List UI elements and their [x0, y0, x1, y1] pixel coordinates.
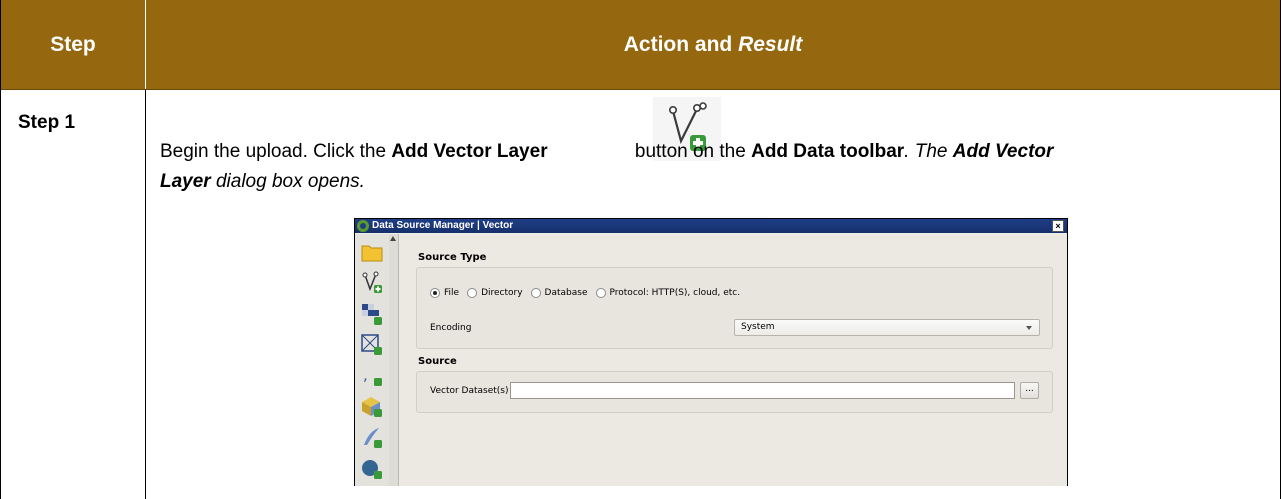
dialog-title: Data Source Manager | Vector	[372, 220, 514, 231]
vector-dataset-label: Vector Dataset(s)	[430, 386, 509, 396]
dialog-sidebar: ,	[355, 234, 390, 486]
scroll-up-arrow-icon[interactable]	[390, 236, 396, 241]
delimited-text-icon[interactable]: ,	[359, 363, 385, 389]
sidebar-scrollbar[interactable]	[389, 234, 399, 486]
vector-layer-icon[interactable]	[359, 270, 385, 296]
qgis-logo-icon	[357, 220, 369, 232]
chevron-down-icon	[1026, 326, 1032, 330]
table-border-left	[0, 0, 1, 499]
browse-button[interactable]: ...	[1020, 382, 1039, 399]
radio-protocol[interactable]: Protocol: HTTP(S), cloud, etc.	[595, 288, 740, 298]
step-number: Step 1	[18, 112, 76, 133]
dialog-titlebar: Data Source Manager | Vector ×	[355, 219, 1067, 233]
svg-text:,: ,	[363, 366, 368, 384]
instruction-line-1: Begin the upload. Click the Add Vector L…	[160, 141, 1054, 162]
encoding-label: Encoding	[430, 323, 472, 333]
postgis-icon[interactable]	[359, 456, 385, 482]
folder-icon[interactable]	[359, 239, 385, 265]
radio-button[interactable]	[467, 288, 478, 298]
raster-layer-icon[interactable]	[359, 301, 385, 327]
spatialite-icon[interactable]	[359, 425, 385, 451]
row-divider	[0, 89, 1281, 90]
instruction-line-2: Layer dialog box opens.	[160, 171, 365, 192]
radio-button[interactable]	[530, 288, 541, 298]
encoding-value: System	[741, 322, 775, 332]
radio-file[interactable]: File	[430, 288, 459, 298]
header-action: Action and Result	[146, 0, 1280, 90]
header-step: Step	[1, 0, 146, 90]
source-heading: Source	[418, 356, 457, 367]
geopackage-icon[interactable]	[359, 394, 385, 420]
column-divider	[145, 90, 146, 499]
header-result: Result	[738, 33, 803, 56]
instruction-table: Step Action and Result Step 1 Begin the …	[0, 0, 1281, 499]
mesh-layer-icon[interactable]	[359, 332, 385, 358]
source-type-group	[416, 267, 1053, 349]
radio-database[interactable]: Database	[530, 288, 588, 298]
close-icon[interactable]: ×	[1052, 220, 1064, 232]
radio-button[interactable]	[595, 288, 606, 298]
radio-button[interactable]	[430, 288, 440, 298]
source-type-radios: File Directory Database Protocol: HTTP(S…	[430, 288, 748, 298]
encoding-select[interactable]: System	[734, 319, 1040, 336]
radio-directory[interactable]: Directory	[467, 288, 523, 298]
source-type-heading: Source Type	[418, 252, 487, 263]
vector-dataset-input[interactable]	[510, 382, 1015, 399]
